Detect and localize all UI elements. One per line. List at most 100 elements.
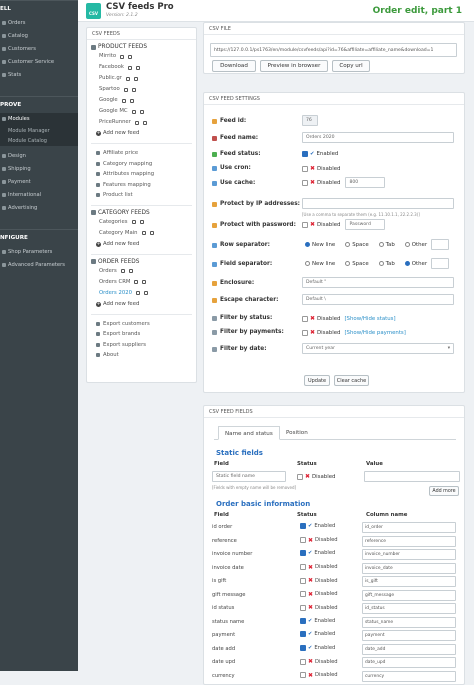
field-status-checkbox[interactable]: [300, 672, 306, 678]
column-name-input[interactable]: id_order: [362, 522, 456, 533]
copy-icon[interactable]: [120, 269, 125, 273]
feed-url-field[interactable]: https://127.0.0.1/ps1763/en/module/csvfe…: [210, 43, 457, 57]
field-status-checkbox[interactable]: [300, 564, 306, 570]
copy-icon[interactable]: [134, 280, 139, 284]
column-name-input[interactable]: id_status: [362, 603, 456, 614]
sidebar-item-shipping[interactable]: Shipping: [0, 163, 78, 176]
sidebar-item-stats[interactable]: Stats: [0, 69, 78, 82]
row-sep-other-radio[interactable]: [404, 242, 410, 247]
sidebar-item-shop-parameters[interactable]: Shop Parameters: [0, 246, 78, 259]
field-sep-other-radio[interactable]: [404, 261, 410, 266]
link-attributes-mapping[interactable]: Attributes mapping: [87, 169, 196, 180]
static-field-checkbox[interactable]: [297, 473, 303, 480]
field-status-checkbox[interactable]: [300, 591, 306, 597]
add-order-feed-button[interactable]: + Add new feed: [87, 299, 196, 310]
sidebar-item-orders[interactable]: Orders: [0, 17, 78, 30]
delete-icon[interactable]: [139, 109, 144, 114]
password-input[interactable]: Password: [345, 219, 386, 230]
delete-icon[interactable]: [143, 291, 148, 295]
feed-item-spartoo[interactable]: Spartoo: [87, 84, 196, 95]
delete-icon[interactable]: [128, 269, 133, 273]
feed-item-google[interactable]: Google: [87, 95, 196, 106]
enclosure-input[interactable]: Default ": [302, 277, 454, 288]
feed-status-checkbox[interactable]: [302, 151, 308, 157]
field-status-checkbox[interactable]: [300, 537, 306, 543]
copy-icon[interactable]: [141, 231, 146, 235]
show-hide-payments-link[interactable]: [Show/Hide payments]: [344, 330, 405, 336]
column-name-input[interactable]: reference: [362, 535, 456, 547]
delete-icon[interactable]: [129, 98, 134, 103]
sidebar-item-payment[interactable]: Payment: [0, 176, 78, 189]
tab-position[interactable]: Position: [280, 426, 314, 440]
feed-item-orders[interactable]: Orders: [87, 266, 196, 277]
sidebar-item-modules[interactable]: Modules: [0, 113, 78, 126]
tab-name-and-status[interactable]: Name and status: [218, 426, 280, 440]
copy-icon[interactable]: [135, 291, 140, 295]
field-sep-tab-radio[interactable]: [378, 261, 384, 266]
row-sep-tab-radio[interactable]: [378, 242, 384, 247]
sidebar-item-customers[interactable]: Customers: [0, 43, 78, 56]
delete-icon[interactable]: [131, 87, 136, 92]
filter-status-checkbox[interactable]: [302, 315, 308, 322]
copy-icon[interactable]: [134, 120, 139, 125]
sidebar-sub-module-manager[interactable]: Module Manager: [0, 126, 78, 136]
link-export-customers[interactable]: Export customers: [87, 319, 196, 330]
static-field-name-input[interactable]: Static field name: [212, 471, 286, 482]
feed-item-public[interactable]: Public.gr: [87, 73, 196, 84]
sidebar-sub-module-catalog[interactable]: Module Catalog: [0, 136, 78, 146]
feed-item-category-main[interactable]: Category Main: [87, 228, 196, 239]
use-cron-checkbox[interactable]: [302, 165, 308, 172]
sidebar-item-international[interactable]: International: [0, 189, 78, 202]
column-name-input[interactable]: date_upd: [362, 657, 456, 668]
link-about[interactable]: About: [87, 350, 196, 361]
feed-item-orders-crm[interactable]: Orders CRM: [87, 277, 196, 288]
row-sep-space-radio[interactable]: [345, 242, 351, 247]
field-status-checkbox[interactable]: [300, 658, 306, 665]
column-name-input[interactable]: is_gift: [362, 576, 456, 587]
link-affiliate-price[interactable]: Affiliate price: [87, 148, 196, 159]
show-hide-status-link[interactable]: [Show/Hide status]: [344, 316, 395, 322]
copy-icon[interactable]: [120, 54, 125, 59]
date-filter-select[interactable]: Current year ▾: [302, 343, 454, 354]
sidebar-item-design[interactable]: Design: [0, 150, 78, 163]
copy-icon[interactable]: [131, 109, 136, 114]
delete-icon[interactable]: [135, 65, 140, 70]
update-button[interactable]: Update: [304, 375, 330, 386]
copy-icon[interactable]: [125, 76, 130, 81]
delete-icon[interactable]: [142, 120, 147, 125]
link-product-list[interactable]: Product list: [87, 190, 196, 201]
field-sep-space-radio[interactable]: [345, 261, 351, 266]
escape-char-input[interactable]: Default \: [302, 294, 454, 305]
filter-payments-checkbox[interactable]: [302, 329, 308, 336]
sidebar-item-customer-service[interactable]: Customer Service: [0, 56, 78, 69]
delete-icon[interactable]: [133, 76, 138, 81]
column-name-input[interactable]: gift_message: [362, 589, 456, 601]
field-status-checkbox[interactable]: [300, 604, 306, 611]
cache-time-input[interactable]: 800: [345, 177, 386, 188]
field-status-checkbox[interactable]: [300, 550, 306, 556]
sidebar-item-advanced-parameters[interactable]: Advanced Parameters: [0, 259, 78, 272]
copy-icon[interactable]: [127, 65, 132, 70]
password-checkbox[interactable]: [302, 221, 308, 228]
feed-item-orders-2020[interactable]: Orders 2020: [87, 288, 196, 299]
delete-icon[interactable]: [142, 280, 147, 284]
row-sep-newline-radio[interactable]: [305, 242, 310, 247]
copy-icon[interactable]: [123, 87, 128, 92]
copy-url-button[interactable]: Copy url: [332, 60, 370, 72]
field-status-checkbox[interactable]: [300, 644, 306, 651]
ip-addresses-input[interactable]: [302, 198, 454, 209]
preview-button[interactable]: Preview in browser: [260, 60, 328, 72]
feed-name-input[interactable]: Orders 2020: [302, 132, 454, 143]
delete-icon[interactable]: [128, 54, 133, 59]
feed-item-facebook[interactable]: Facebook: [87, 62, 196, 73]
sidebar-item-advertising[interactable]: Advertising: [0, 202, 78, 215]
link-export-suppliers[interactable]: Export suppliers: [87, 340, 196, 351]
delete-icon[interactable]: [139, 220, 144, 224]
copy-icon[interactable]: [121, 98, 126, 103]
feed-item-google-mc[interactable]: Google MC: [87, 106, 196, 117]
field-status-checkbox[interactable]: [300, 617, 306, 624]
column-name-input[interactable]: status_name: [362, 616, 456, 628]
static-field-value-input[interactable]: [364, 471, 460, 482]
add-more-button[interactable]: Add more: [429, 486, 459, 496]
use-cache-checkbox[interactable]: [302, 179, 308, 186]
